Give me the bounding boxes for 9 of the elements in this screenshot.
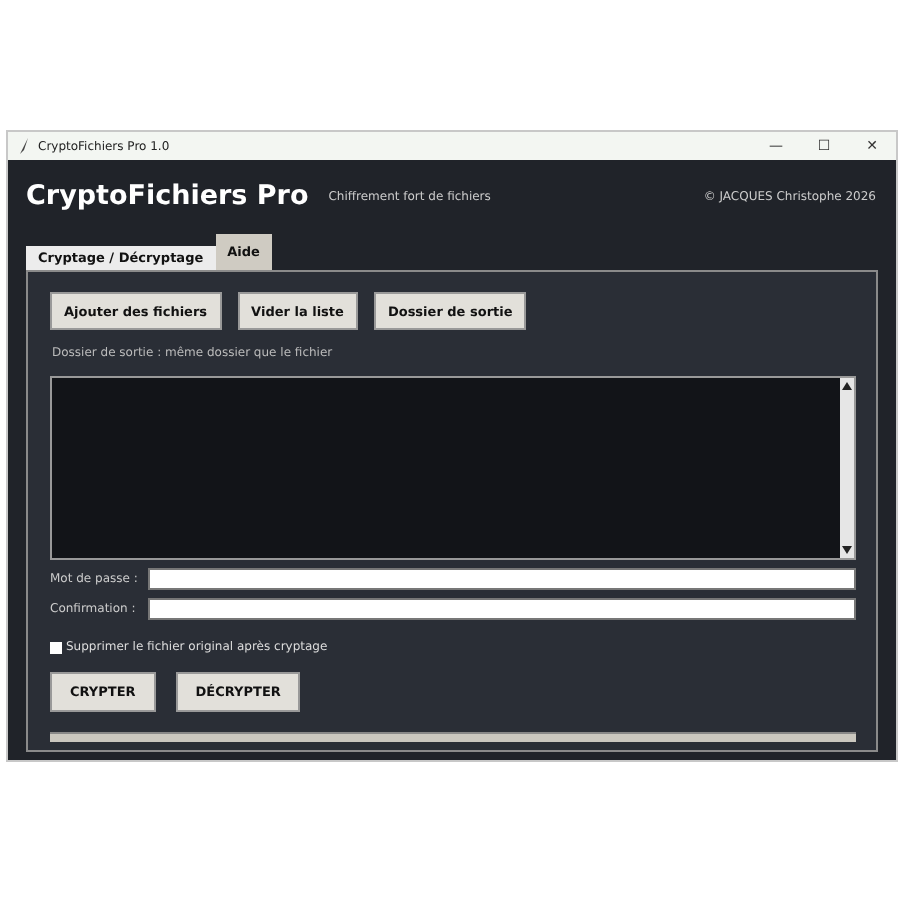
scroll-up-icon[interactable] — [842, 382, 852, 390]
password-field[interactable] — [148, 568, 856, 590]
scrollbar[interactable] — [840, 378, 854, 558]
checkbox[interactable] — [50, 641, 62, 653]
feather-icon — [20, 138, 30, 154]
confirmation-field[interactable] — [148, 598, 856, 620]
app-name: CryptoFichiers Pro — [26, 180, 309, 212]
file-list[interactable] — [50, 376, 856, 560]
scroll-down-icon[interactable] — [842, 546, 852, 554]
